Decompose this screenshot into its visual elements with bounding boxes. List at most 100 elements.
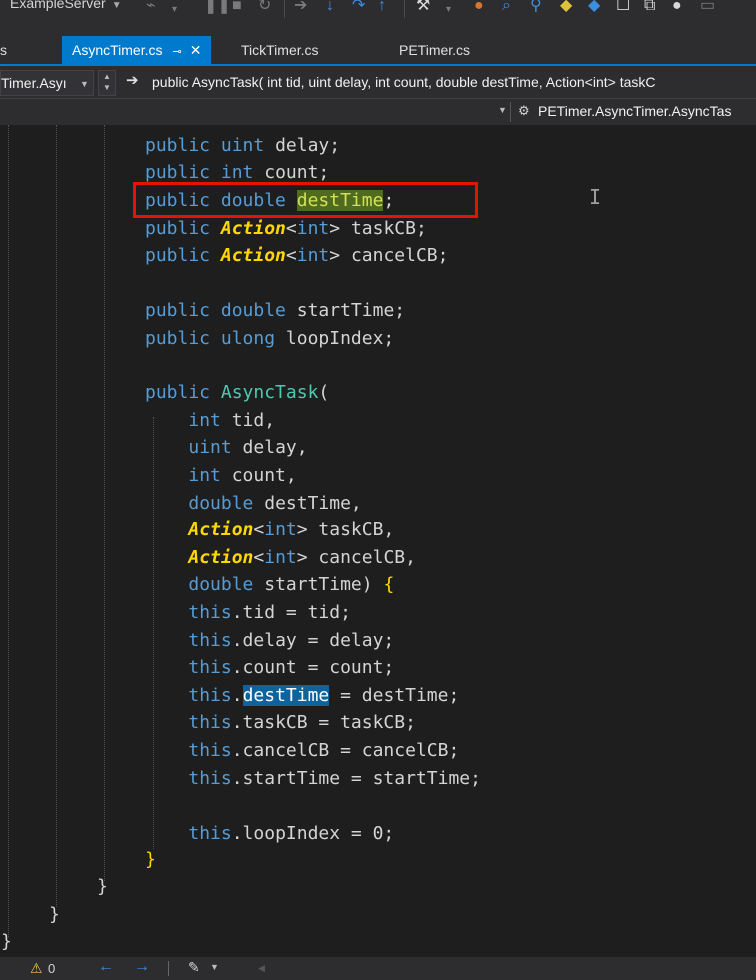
split-stepper[interactable]: ▲ ▼ bbox=[98, 70, 116, 96]
pin-icon[interactable]: ⊸ bbox=[173, 46, 182, 58]
pause-icon[interactable]: ❚❚ bbox=[204, 0, 231, 16]
warning-count[interactable]: 0 bbox=[48, 961, 55, 976]
find-icon[interactable]: ⌕ bbox=[502, 0, 511, 16]
tab-asynctimer[interactable]: AsyncTimer.cs ⊸ ✕ bbox=[62, 36, 212, 64]
code-token: uint bbox=[220, 135, 265, 156]
tab-truncated[interactable]: s bbox=[0, 36, 7, 64]
code-line[interactable]: double destTime, bbox=[145, 493, 361, 515]
code-token: this bbox=[188, 740, 232, 761]
code-token: public bbox=[145, 300, 211, 321]
bookmark-icon[interactable]: ◆ bbox=[560, 0, 572, 16]
code-cleanup-icon[interactable]: ✎ bbox=[188, 959, 200, 976]
code-line[interactable]: Action<int> taskCB, bbox=[145, 519, 394, 541]
navigate-back-icon[interactable]: ← bbox=[98, 958, 114, 976]
code-line[interactable]: this.delay = delay; bbox=[145, 630, 394, 652]
code-token: destTime bbox=[242, 685, 330, 706]
code-token: int bbox=[264, 519, 297, 540]
main-toolbar: ExampleServer ▼ ⌁ ▾ ❚❚ ■ ↻ ➔ ↓ ↷ ↑ ⚒ ▾ ● … bbox=[0, 0, 756, 36]
code-line[interactable]: public int count; bbox=[145, 162, 329, 184]
code-token: public bbox=[145, 245, 211, 266]
code-line[interactable]: this.loopIndex = 0; bbox=[145, 823, 394, 845]
search-icon[interactable]: ⚲ bbox=[530, 0, 542, 16]
code-token: < bbox=[253, 547, 265, 568]
diagnostics-icon[interactable]: ⚒ bbox=[416, 0, 430, 16]
code-line[interactable]: public Action<int> cancelCB; bbox=[145, 245, 448, 267]
status-separator bbox=[168, 961, 169, 976]
step-over-icon[interactable]: ↷ bbox=[352, 0, 365, 16]
scroll-left-icon[interactable]: ◀ bbox=[258, 963, 265, 974]
warning-icon[interactable]: ⚠ bbox=[30, 960, 43, 977]
code-line[interactable]: this.taskCB = taskCB; bbox=[145, 712, 416, 734]
settings-icon[interactable]: ● bbox=[672, 0, 682, 16]
code-line[interactable]: int count, bbox=[145, 465, 296, 487]
code-token: .count = count; bbox=[231, 657, 395, 678]
close-icon[interactable]: ✕ bbox=[190, 42, 202, 58]
breakpoint-icon[interactable]: ● bbox=[474, 0, 484, 16]
chevron-down-icon[interactable]: ▾ bbox=[446, 0, 451, 20]
code-token: this bbox=[188, 685, 232, 706]
chevron-down-icon[interactable]: ▾ bbox=[172, 0, 177, 20]
startup-project-label: ExampleServer bbox=[10, 0, 106, 11]
attach-icon[interactable]: ⌁ bbox=[146, 0, 156, 16]
indent-guide bbox=[104, 125, 105, 881]
code-line[interactable]: } bbox=[145, 849, 156, 871]
code-token: this bbox=[188, 602, 232, 623]
tab-label: s bbox=[0, 42, 7, 58]
code-token: Action bbox=[220, 245, 286, 266]
code-line[interactable]: public double destTime; bbox=[145, 190, 394, 212]
document-tabs: s AsyncTimer.cs ⊸ ✕ TickTimer.cs PETimer.c… bbox=[0, 36, 756, 66]
stop-icon[interactable]: ■ bbox=[232, 0, 242, 16]
tab-petimer[interactable]: PETimer.cs bbox=[399, 36, 470, 64]
code-token: } bbox=[1, 931, 12, 952]
code-line[interactable]: } bbox=[97, 876, 108, 898]
code-line[interactable]: public uint delay; bbox=[145, 135, 340, 157]
window-icon[interactable]: ⧉ bbox=[644, 0, 655, 16]
code-line[interactable]: this.cancelCB = cancelCB; bbox=[145, 740, 459, 762]
code-line[interactable]: double startTime) { bbox=[145, 574, 394, 596]
code-token: public bbox=[145, 218, 211, 239]
chevron-down-icon[interactable]: ▼ bbox=[210, 962, 219, 972]
chevron-down-icon[interactable]: ▼ bbox=[80, 79, 89, 89]
class-path-dropdown[interactable]: PETimer.AsyncTimer.AsyncTas bbox=[538, 103, 731, 119]
bookmark-next-icon[interactable]: ◆ bbox=[588, 0, 600, 16]
code-line[interactable]: this.count = count; bbox=[145, 657, 394, 679]
code-token: .loopIndex = 0; bbox=[231, 823, 395, 844]
chevron-down-icon[interactable]: ▼ bbox=[498, 105, 507, 115]
comment-icon[interactable]: ☐ bbox=[616, 0, 630, 16]
code-token: } bbox=[145, 849, 156, 870]
member-dropdown[interactable]: public AsyncTask( int tid, uint delay, i… bbox=[152, 70, 656, 94]
overflow-icon[interactable]: ▭ bbox=[700, 0, 715, 16]
code-line[interactable]: public ulong loopIndex; bbox=[145, 328, 394, 350]
code-line[interactable]: } bbox=[49, 904, 60, 926]
class-icon: ⚙ bbox=[518, 103, 530, 118]
code-line[interactable]: this.destTime = destTime; bbox=[145, 685, 459, 707]
startup-project-dropdown[interactable]: ExampleServer ▼ bbox=[10, 0, 122, 11]
code-token: Action bbox=[188, 519, 254, 540]
tab-ticktimer[interactable]: TickTimer.cs bbox=[241, 36, 319, 64]
restart-icon[interactable]: ↻ bbox=[258, 0, 271, 16]
tab-label: TickTimer.cs bbox=[241, 42, 319, 58]
code-line[interactable]: this.tid = tid; bbox=[145, 602, 351, 624]
code-line[interactable]: this.startTime = startTime; bbox=[145, 768, 481, 790]
code-line[interactable]: uint delay, bbox=[145, 437, 307, 459]
show-next-statement-icon[interactable]: ➔ bbox=[294, 0, 307, 16]
code-token: ; bbox=[383, 190, 395, 211]
step-into-icon[interactable]: ↓ bbox=[326, 0, 334, 16]
code-line[interactable]: Action<int> cancelCB, bbox=[145, 547, 416, 569]
code-token: public bbox=[145, 382, 211, 403]
step-out-icon[interactable]: ↑ bbox=[378, 0, 386, 16]
code-line[interactable]: int tid, bbox=[145, 410, 275, 432]
code-line[interactable]: public Action<int> taskCB; bbox=[145, 218, 427, 240]
code-editor[interactable]: I public uint delay; public int count; pub… bbox=[0, 125, 756, 957]
code-token: > cancelCB, bbox=[296, 547, 416, 568]
vertical-scrollbar[interactable] bbox=[740, 125, 756, 957]
code-line[interactable]: public AsyncTask( bbox=[145, 382, 329, 404]
code-line[interactable]: public double startTime; bbox=[145, 300, 405, 322]
code-token: this bbox=[188, 768, 232, 789]
navigate-forward-icon[interactable]: → bbox=[134, 958, 150, 976]
code-line[interactable]: } bbox=[1, 931, 12, 953]
